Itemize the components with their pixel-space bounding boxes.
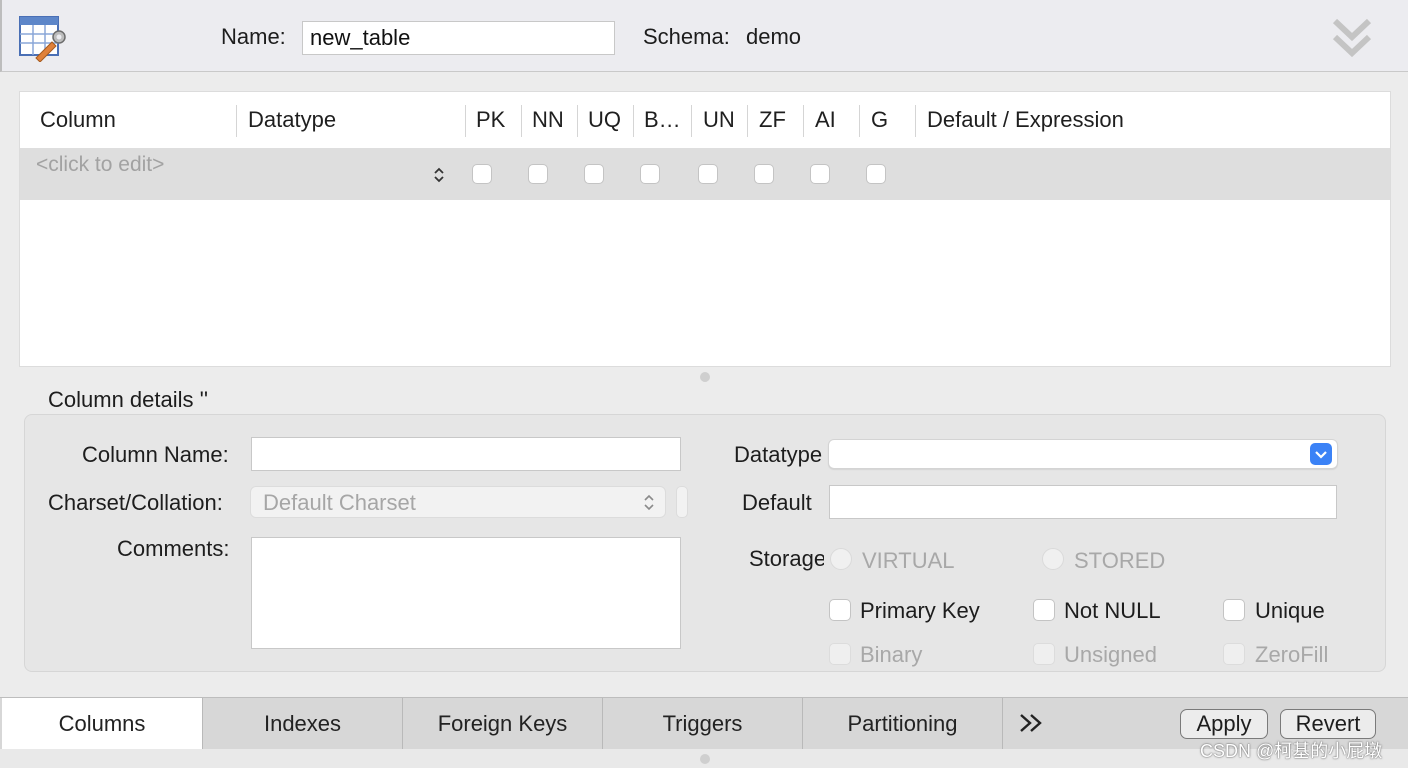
primary-key-label-clip: Primary Key [860,598,981,626]
column-name-label: Column Name: [82,442,229,467]
col-header-ai[interactable]: AI [815,92,836,148]
primary-key-label: Primary Key [860,598,980,623]
unsigned-label: Unsigned [1064,642,1157,667]
not-null-checkbox[interactable] [1033,599,1055,621]
not-null-label: Not NULL [1064,598,1161,623]
watermark: CSDN @柯基的小屁墩 [1200,741,1383,761]
column-details-title: Column details '' [48,387,209,412]
table-editor-icon [19,16,66,62]
column-name-input[interactable] [251,437,681,471]
header-divider [465,105,466,137]
header-divider [915,105,916,137]
charset-select[interactable]: Default Charset [250,486,666,518]
collapse-chevron-icon[interactable] [1330,15,1374,61]
header-divider [803,105,804,137]
editor-tab-bar: Columns Indexes Foreign Keys Triggers Pa… [0,697,1408,749]
bottom-splitter-handle[interactable] [700,754,710,764]
tab-indexes[interactable]: Indexes [203,698,403,749]
datatype-stepper-icon[interactable] [432,165,446,185]
header-divider [577,105,578,137]
chevron-down-icon [1315,451,1327,459]
storage-label-clip: Storage [749,546,824,574]
table-name-input[interactable] [302,21,615,55]
select-arrows-icon [644,494,654,511]
schema-value: demo [746,24,802,49]
col-header-default-expression[interactable]: Default / Expression [927,92,1124,148]
uq-checkbox[interactable] [584,164,604,184]
datatype-dropdown-button[interactable] [1310,443,1332,465]
col-header-zf[interactable]: ZF [759,92,786,148]
tab-partitioning[interactable]: Partitioning [803,698,1003,749]
unique-checkbox[interactable] [1223,599,1245,621]
schema-label: Schema: [643,24,730,49]
stored-radio[interactable] [1042,548,1064,570]
header-divider [691,105,692,137]
col-header-datatype[interactable]: Datatype [248,92,336,148]
header-divider [859,105,860,137]
storage-label: Storage [749,546,824,571]
g-checkbox[interactable] [866,164,886,184]
col-header-un[interactable]: UN [703,92,735,148]
col-header-binary[interactable]: B… [644,92,681,148]
tab-columns[interactable]: Columns [2,698,203,749]
default-label: Default [742,490,812,515]
tab-foreign-keys[interactable]: Foreign Keys [403,698,603,749]
charset-value: Default Charset [263,490,416,515]
col-header-g[interactable]: G [871,92,888,148]
header-divider [747,105,748,137]
column-name-cell[interactable]: <click to edit> [36,153,164,177]
col-header-column[interactable]: Column [40,92,116,148]
header-divider [236,105,237,137]
new-column-row[interactable]: <click to edit> [20,148,1390,200]
collation-stepper[interactable] [676,486,688,518]
name-label: Name: [221,24,286,49]
comments-label: Comments: [117,536,230,561]
header-divider [633,105,634,137]
nn-checkbox[interactable] [528,164,548,184]
binary-flag-checkbox[interactable] [829,643,851,665]
more-tabs-icon[interactable] [1018,712,1046,734]
datatype-label: Datatype [734,442,823,467]
col-header-pk[interactable]: PK [476,92,505,148]
primary-key-checkbox[interactable] [829,599,851,621]
ai-checkbox[interactable] [810,164,830,184]
pk-checkbox[interactable] [472,164,492,184]
binary-label: Binary [860,642,923,667]
default-input[interactable] [829,485,1337,519]
binary-checkbox[interactable] [640,164,660,184]
charset-label: Charset/Collation: [48,490,223,515]
apply-button[interactable]: Apply [1180,709,1268,739]
table-editor: Name: Schema: demo Column Datatype PK NN… [0,0,1408,768]
un-checkbox[interactable] [698,164,718,184]
col-header-uq[interactable]: UQ [588,92,621,148]
columns-grid[interactable]: Column Datatype PK NN UQ B… UN ZF AI G D… [19,91,1391,367]
virtual-label: VIRTUAL [862,548,955,573]
col-header-nn[interactable]: NN [532,92,564,148]
comments-textarea[interactable] [251,537,681,649]
virtual-radio[interactable] [830,548,852,570]
splitter-handle[interactable] [700,372,710,382]
zerofill-checkbox[interactable] [1223,643,1245,665]
datatype-label-clip: Datatype [734,442,824,470]
datatype-combo[interactable] [828,439,1338,469]
stored-label: STORED [1074,548,1166,573]
grid-header: Column Datatype PK NN UQ B… UN ZF AI G D… [20,92,1390,148]
unique-label: Unique [1255,598,1325,623]
revert-button[interactable]: Revert [1280,709,1376,739]
unsigned-checkbox[interactable] [1033,643,1055,665]
zerofill-label: ZeroFill [1255,642,1329,667]
editor-header: Name: Schema: demo [0,0,1408,72]
zf-checkbox[interactable] [754,164,774,184]
tab-triggers[interactable]: Triggers [603,698,803,749]
header-divider [521,105,522,137]
